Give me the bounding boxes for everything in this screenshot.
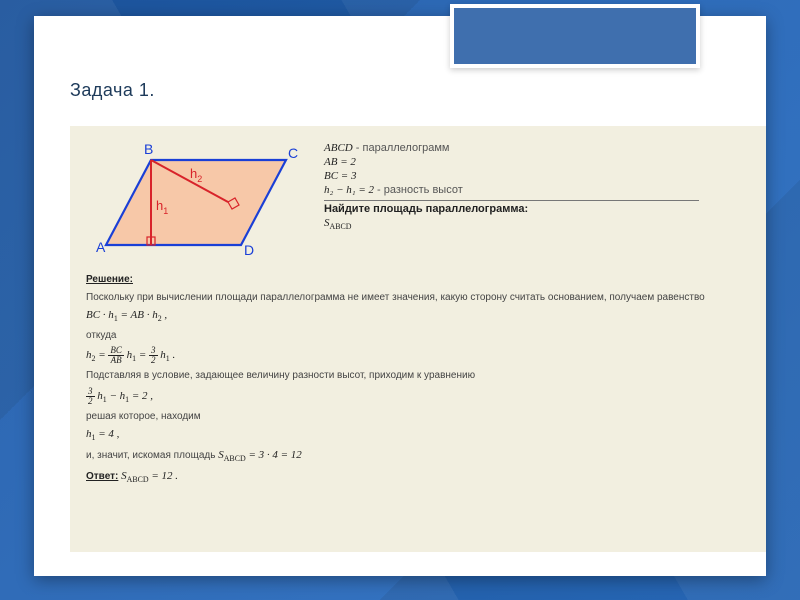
given-shape-desc: - параллелограмм xyxy=(353,142,450,154)
given-BC: BC = 3 xyxy=(324,170,750,182)
find-label: Найдите площадь параллелограмма: xyxy=(324,203,750,215)
problem-title: Задача 1. xyxy=(70,80,155,101)
solution-p3: Подставляя в условие, задающее величину … xyxy=(86,369,750,383)
label-C: C xyxy=(288,145,298,161)
slide-background: Задача 1. xyxy=(0,0,800,600)
page-card: Задача 1. xyxy=(34,16,766,576)
given-heights-diff-desc: - разность высот xyxy=(374,184,463,196)
solution-p1: Поскольку при вычислении площади паралле… xyxy=(86,291,750,305)
given-AB: AB = 2 xyxy=(324,156,750,168)
given-separator xyxy=(324,200,699,201)
solution-p5: и, значит, искомая площадь SABCD = 3 · 4… xyxy=(86,448,750,465)
solution-answer: Ответ: SABCD = 12 . xyxy=(86,469,750,486)
solution-eq3: 32 h1 − h1 = 2 , xyxy=(86,387,750,406)
given-shape: ABCD xyxy=(324,142,353,154)
given-heights-diff: h₂ − h₁ = 2 xyxy=(324,184,374,196)
label-A: A xyxy=(96,239,106,255)
parallelogram-diagram: A B C D h1 h2 xyxy=(86,140,306,263)
label-D: D xyxy=(244,242,254,258)
given-block: ABCD - параллелограмм AB = 2 BC = 3 h₂ −… xyxy=(324,140,750,263)
solution-p2: откуда xyxy=(86,329,750,343)
header-tab xyxy=(450,4,700,68)
content-area: A B C D h1 h2 ABCD - параллелограмм AB =… xyxy=(70,126,766,552)
solution-eq4: h1 = 4 , xyxy=(86,427,750,444)
solution-eq2: h2 = BCAB h1 = 32 h1 . xyxy=(86,346,750,365)
find-target: SABCD xyxy=(324,217,750,231)
solution-block: Решение: Поскольку при вычислении площад… xyxy=(86,273,750,486)
solution-header: Решение: xyxy=(86,273,750,287)
solution-eq1: BC · h1 = AB · h2 , xyxy=(86,308,750,325)
solution-p4: решая которое, находим xyxy=(86,410,750,424)
label-B: B xyxy=(144,141,153,157)
